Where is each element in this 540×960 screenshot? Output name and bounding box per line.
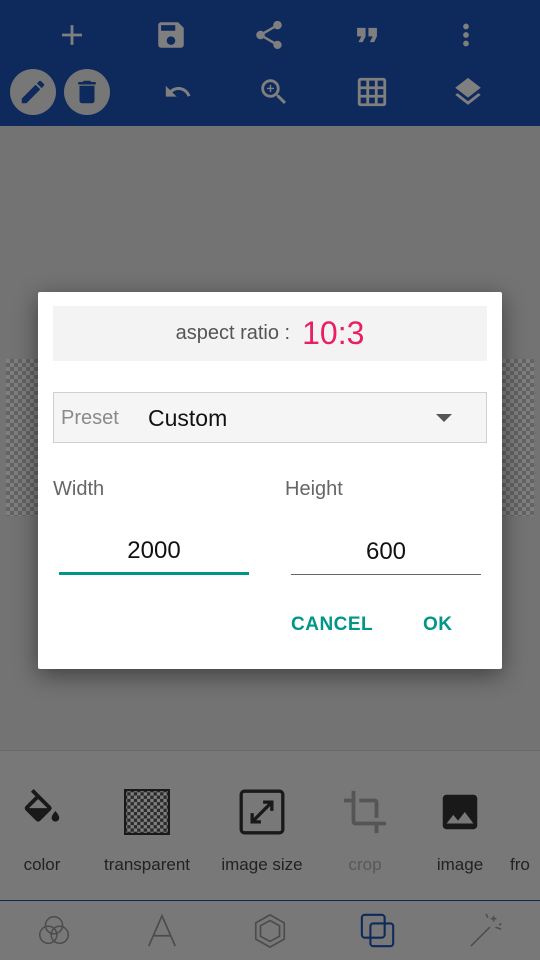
height-label: Height (285, 478, 343, 500)
aspect-ratio-box: aspect ratio : 10:3 (53, 306, 487, 361)
aspect-ratio-label: aspect ratio : (175, 322, 291, 344)
height-input[interactable] (291, 530, 481, 575)
preset-label: Preset (61, 407, 119, 429)
preset-dropdown[interactable]: Preset Custom (53, 392, 487, 443)
ok-button[interactable]: OK (423, 614, 453, 636)
dropdown-arrow-icon (436, 414, 452, 422)
preset-value: Custom (148, 405, 228, 431)
width-input[interactable] (59, 530, 249, 575)
aspect-ratio-value: 10:3 (302, 315, 365, 351)
image-size-dialog: aspect ratio : 10:3 Preset Custom Width … (38, 292, 502, 669)
width-label: Width (53, 478, 105, 500)
cancel-button[interactable]: CANCEL (291, 614, 373, 636)
